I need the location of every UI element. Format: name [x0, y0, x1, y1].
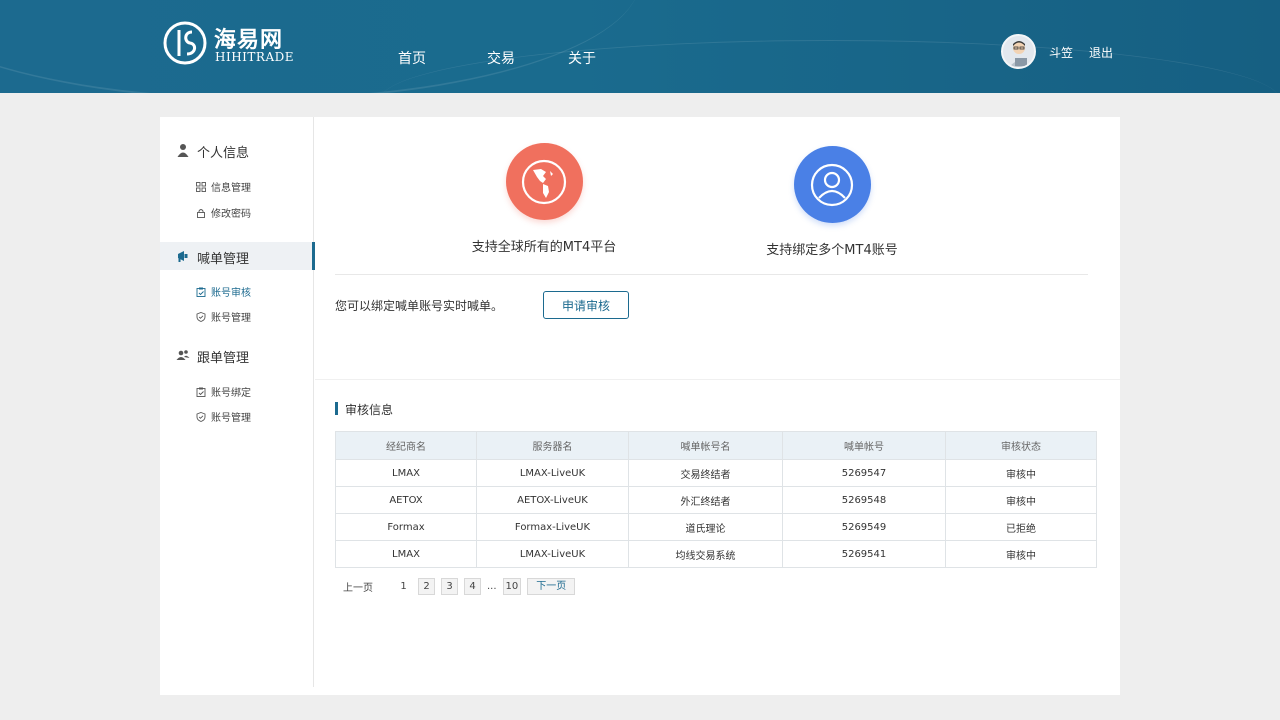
table-header-row: 经纪商名 服务器名 喊单帐号名 喊单帐号 审核状态	[335, 431, 1097, 460]
page-button-current[interactable]: 1	[395, 578, 412, 595]
sidebar-item-label: 修改密码	[211, 209, 251, 220]
lock-icon	[197, 208, 205, 218]
globe-icon	[521, 159, 567, 204]
sidebar-group-personal-info[interactable]: 个人信息	[160, 136, 313, 164]
table-row: Formax Formax-LiveUK 道氏理论 5269549 已拒绝	[335, 513, 1097, 541]
sidebar-item-info-management[interactable]: 信息管理	[196, 179, 251, 194]
cell-account-number: 5269549	[782, 513, 946, 541]
cell-server: LMAX-LiveUK	[476, 540, 629, 568]
sidebar-item-label: 信息管理	[211, 183, 251, 194]
users-icon	[176, 350, 190, 360]
sidebar: 个人信息 信息管理 修改密码 喊单管理 账号审核 账号管理 跟单管理 账号绑定 …	[160, 117, 315, 687]
column-header-broker: 经纪商名	[335, 431, 477, 460]
sidebar-group-label: 喊单管理	[197, 252, 250, 267]
cell-status: 已拒绝	[945, 513, 1097, 541]
apply-review-button[interactable]: 申请审核	[543, 291, 629, 319]
column-header-server: 服务器名	[476, 431, 629, 460]
feature-multi-account: 支持绑定多个MT4账号	[732, 146, 932, 258]
sidebar-group-signal-management[interactable]: 喊单管理	[160, 242, 315, 270]
review-table: 经纪商名 服务器名 喊单帐号名 喊单帐号 审核状态 LMAX LMAX-Live…	[335, 431, 1097, 568]
page-ellipsis: ...	[487, 581, 497, 592]
logo-mark-icon	[163, 21, 207, 65]
feature-text: 支持全球所有的MT4平台	[471, 240, 617, 255]
grid-icon	[196, 181, 206, 192]
bind-description: 您可以绑定喊单账号实时喊单。	[335, 299, 504, 313]
megaphone-icon	[178, 251, 188, 262]
cell-account-name: 均线交易系统	[628, 540, 783, 568]
cell-account-number: 5269541	[782, 540, 946, 568]
column-header-account-number: 喊单帐号	[782, 431, 946, 460]
sidebar-item-change-password[interactable]: 修改密码	[196, 205, 251, 220]
nav-item-about[interactable]: 关于	[568, 48, 596, 68]
sidebar-item-label: 账号绑定	[211, 388, 251, 399]
logout-link[interactable]: 退出	[1089, 44, 1113, 61]
page-button[interactable]: 3	[441, 578, 458, 595]
globe-icon-badge	[505, 143, 583, 220]
logo[interactable]: 海易网 HIHITRADE	[162, 20, 312, 66]
cell-status: 审核中	[945, 540, 1097, 568]
column-header-account-name: 喊单帐号名	[628, 431, 783, 460]
clipboard-icon	[196, 387, 206, 397]
shield-icon	[196, 411, 206, 422]
page-button[interactable]: 2	[418, 578, 435, 595]
cell-status: 审核中	[945, 486, 1097, 514]
sidebar-group-label: 跟单管理	[197, 351, 250, 366]
user-circle-icon-badge	[793, 146, 871, 223]
prev-page-button[interactable]: 上一页	[343, 579, 373, 594]
divider	[315, 379, 1120, 380]
feature-global-mt4: 支持全球所有的MT4平台	[444, 143, 644, 255]
table-row: LMAX LMAX-LiveUK 交易终结者 5269547 审核中	[335, 459, 1097, 487]
nav-item-home[interactable]: 首页	[398, 48, 426, 68]
cell-account-name: 道氏理论	[628, 513, 783, 541]
cell-server: AETOX-LiveUK	[476, 486, 629, 514]
cell-server: LMAX-LiveUK	[476, 459, 629, 487]
sidebar-item-account-management[interactable]: 账号管理	[196, 409, 251, 424]
cell-server: Formax-LiveUK	[476, 513, 629, 541]
table-row: AETOX AETOX-LiveUK 外汇终结者 5269548 审核中	[335, 486, 1097, 514]
review-section-title: 审核信息	[335, 401, 393, 418]
column-header-status: 审核状态	[945, 431, 1097, 460]
cell-broker: AETOX	[335, 486, 477, 514]
sidebar-item-account-management[interactable]: 账号管理	[196, 309, 251, 324]
next-page-button[interactable]: 下一页	[527, 578, 576, 595]
page-button-last[interactable]: 10	[502, 578, 522, 595]
sidebar-item-account-binding[interactable]: 账号绑定	[196, 384, 251, 399]
shield-icon	[196, 311, 206, 322]
sidebar-group-copy-trading[interactable]: 跟单管理	[160, 341, 313, 369]
avatar[interactable]	[1001, 34, 1036, 69]
cell-account-name: 交易终结者	[628, 459, 783, 487]
brand-name-en: HIHITRADE	[215, 50, 294, 64]
cell-status: 审核中	[945, 459, 1097, 487]
sidebar-group-label: 个人信息	[197, 146, 250, 161]
feature-text: 支持绑定多个MT4账号	[766, 243, 898, 258]
person-icon	[177, 144, 189, 157]
top-header: 海易网 HIHITRADE 首页 交易 关于 斗笠 退出	[0, 0, 1280, 93]
clipboard-icon	[196, 287, 206, 297]
cell-account-number: 5269548	[782, 486, 946, 514]
user-circle-icon	[810, 163, 854, 206]
cell-broker: LMAX	[335, 540, 477, 568]
pagination: 上一页 1 2 3 4 ... 10 下一页	[343, 578, 576, 595]
cell-broker: Formax	[335, 513, 477, 541]
sidebar-item-account-review[interactable]: 账号审核	[196, 284, 251, 299]
sidebar-item-label: 账号管理	[211, 413, 251, 424]
cell-account-number: 5269547	[782, 459, 946, 487]
cell-broker: LMAX	[335, 459, 477, 487]
table-row: LMAX LMAX-LiveUK 均线交易系统 5269541 审核中	[335, 540, 1097, 568]
sidebar-item-label: 账号审核	[211, 288, 251, 299]
nav-item-trade[interactable]: 交易	[487, 48, 515, 68]
divider	[335, 274, 1088, 275]
cell-account-name: 外汇终结者	[628, 486, 783, 514]
username[interactable]: 斗笠	[1049, 44, 1073, 61]
page-button[interactable]: 4	[464, 578, 481, 595]
sidebar-item-label: 账号管理	[211, 313, 251, 324]
main-panel: 个人信息 信息管理 修改密码 喊单管理 账号审核 账号管理 跟单管理 账号绑定 …	[160, 117, 1120, 695]
